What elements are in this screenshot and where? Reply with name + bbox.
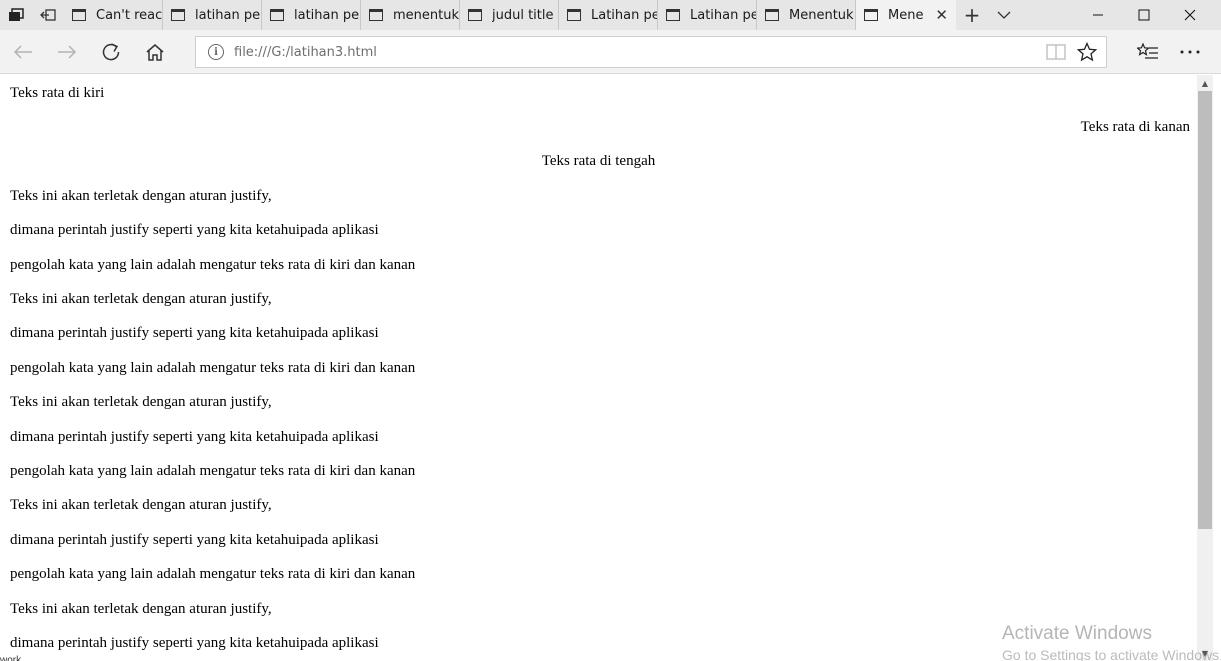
status-fragment: work (0, 655, 22, 661)
tab-page-icon (171, 9, 185, 21)
browser-tab-6[interactable]: Latihan pe (559, 0, 658, 30)
more-icon (1180, 50, 1200, 54)
more-button[interactable] (1174, 36, 1206, 68)
close-icon[interactable]: ✕ (935, 6, 948, 24)
back-button[interactable] (7, 36, 39, 68)
browser-tab-2[interactable]: latihan pe (163, 0, 262, 30)
minimize-button[interactable] (1075, 0, 1121, 30)
center-aligned-text: Teks rata di tengah (541, 153, 656, 169)
favorites-hub-icon (1137, 43, 1158, 59)
set-aside-tabs-icon (40, 9, 56, 21)
activate-windows-subtitle: Go to Settings to activate Windows. (1002, 647, 1221, 661)
browser-tab-8[interactable]: Menentuk (757, 0, 856, 30)
justify-line: Teks ini akan terletak dengan aturan jus… (10, 601, 272, 617)
tab-title: menentuk (393, 7, 459, 23)
left-aligned-text: Teks rata di kiri (10, 85, 105, 101)
tab-title: Latihan pe (591, 7, 657, 23)
justify-line: dimana perintah justify seperti yang kit… (10, 222, 379, 238)
tab-title: Mene (888, 7, 924, 23)
scroll-up-icon[interactable]: ▲ (1197, 75, 1213, 91)
page-viewport: Teks rata di kiri Teks rata di kanan Tek… (0, 75, 1197, 661)
forward-arrow-icon (58, 45, 77, 59)
refresh-button[interactable] (95, 36, 127, 68)
justify-line: pengolah kata yang lain adalah mengatur … (10, 463, 416, 479)
favorite-button[interactable] (1072, 37, 1102, 67)
tab-page-icon (666, 9, 680, 21)
home-icon (146, 44, 164, 61)
right-aligned-text: Teks rata di kanan (1080, 119, 1190, 135)
maximize-icon (1138, 9, 1150, 21)
refresh-icon (102, 43, 120, 61)
justify-line: pengolah kata yang lain adalah mengatur … (10, 257, 416, 273)
set-aside-tabs-button[interactable] (32, 0, 64, 30)
browser-tab-3[interactable]: latihan pe (262, 0, 361, 30)
activate-windows-watermark: Activate Windows (1002, 623, 1152, 644)
tab-previews-icon (9, 8, 24, 21)
window-close-button[interactable] (1167, 0, 1213, 30)
favorites-hub-button[interactable] (1132, 36, 1164, 68)
chevron-down-icon (997, 11, 1011, 19)
address-bar[interactable]: i file:///G:/latihan3.html (195, 36, 1107, 68)
back-arrow-icon (13, 45, 32, 59)
tab-page-icon (369, 9, 383, 21)
navigation-bar: i file:///G:/latihan3.html (0, 30, 1221, 74)
justify-line: pengolah kata yang lain adalah mengatur … (10, 360, 416, 376)
tab-page-icon (270, 9, 284, 21)
tab-title: judul title (492, 7, 554, 23)
justify-line: Teks ini akan terletak dengan aturan jus… (10, 291, 272, 307)
tab-title: latihan pe (195, 7, 261, 23)
justify-line: dimana perintah justify seperti yang kit… (10, 429, 379, 445)
scroll-thumb[interactable] (1198, 91, 1212, 529)
tab-page-icon (72, 9, 86, 21)
tab-previews-button[interactable] (0, 0, 32, 30)
tab-page-icon (567, 9, 581, 21)
justify-line: dimana perintah justify seperti yang kit… (10, 635, 379, 651)
minimize-icon (1093, 14, 1103, 16)
justify-line: Teks ini akan terletak dengan aturan jus… (10, 497, 272, 513)
justify-line: pengolah kata yang lain adalah mengatur … (10, 566, 416, 582)
info-icon[interactable]: i (208, 44, 224, 60)
browser-tab-5[interactable]: judul title (460, 0, 559, 30)
maximize-button[interactable] (1121, 0, 1167, 30)
tab-title: Menentuk (789, 7, 854, 23)
browser-tab-active[interactable]: Mene ✕ (856, 0, 956, 30)
favorite-star-icon (1077, 42, 1097, 62)
browser-tab-4[interactable]: menentuk (361, 0, 460, 30)
tab-title: Latihan pe (690, 7, 756, 23)
justify-line: Teks ini akan terletak dengan aturan jus… (10, 394, 272, 410)
reading-view-icon (1046, 44, 1066, 60)
vertical-scrollbar[interactable]: ▲ ▼ (1197, 75, 1213, 661)
forward-button[interactable] (51, 36, 83, 68)
reading-view-button[interactable] (1041, 37, 1071, 67)
window-close-icon (1184, 9, 1196, 21)
browser-tab-7[interactable]: Latihan pe (658, 0, 757, 30)
new-tab-icon[interactable]: + (956, 0, 988, 30)
tab-title: Can't reac (96, 7, 162, 23)
tab-page-icon (864, 9, 878, 21)
justify-line: dimana perintah justify seperti yang kit… (10, 325, 379, 341)
tab-strip: Can't reac latihan pe latihan pe menentu… (0, 0, 1221, 30)
justify-line: dimana perintah justify seperti yang kit… (10, 532, 379, 548)
tab-page-icon (468, 9, 482, 21)
tab-title: latihan pe (294, 7, 360, 23)
tab-list-button[interactable] (988, 0, 1020, 30)
home-button[interactable] (139, 36, 171, 68)
justify-line: Teks ini akan terletak dengan aturan jus… (10, 188, 272, 204)
browser-tab-1[interactable]: Can't reac (64, 0, 163, 30)
address-url[interactable]: file:///G:/latihan3.html (234, 45, 377, 60)
tab-page-icon (765, 9, 779, 21)
